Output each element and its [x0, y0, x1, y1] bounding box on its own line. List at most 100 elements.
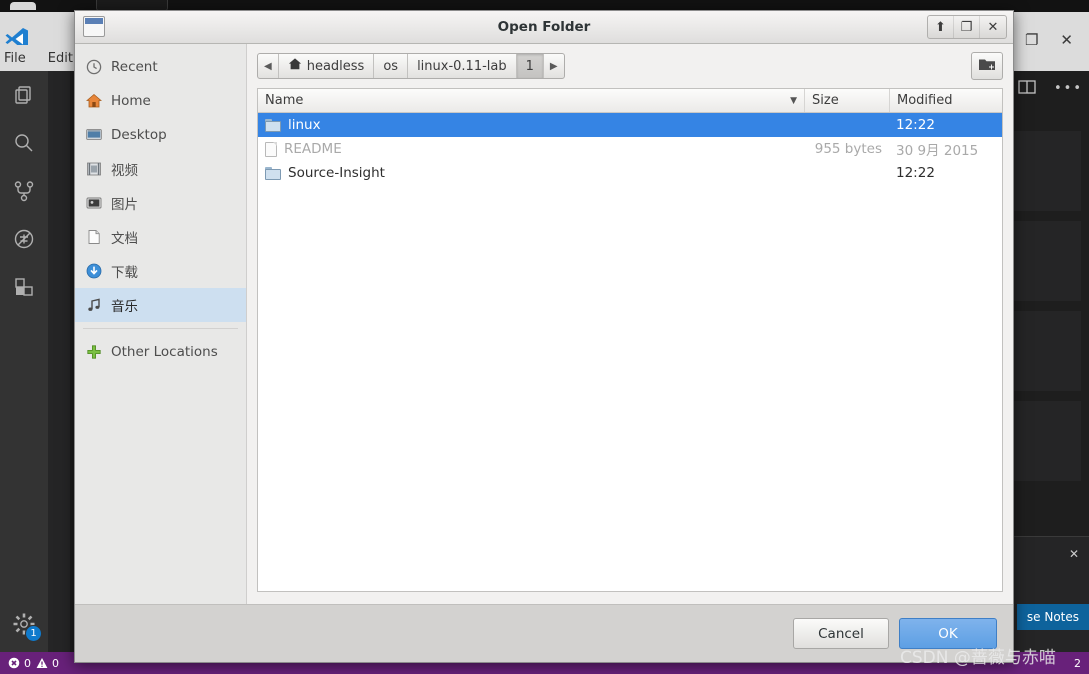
status-errors[interactable]: 0 [8, 657, 31, 670]
release-notes-button[interactable]: se Notes [1016, 604, 1089, 630]
notification-toast[interactable]: ✕ se Notes [1003, 536, 1089, 652]
column-header-modified[interactable]: Modified [890, 89, 1002, 112]
sidebar-item-label: 下载 [111, 265, 138, 281]
vscode-activity-bar[interactable]: 1 [0, 71, 48, 652]
sidebar-item-label: 图片 [111, 197, 138, 213]
more-actions-icon[interactable]: ••• [1054, 82, 1083, 95]
home-icon [288, 57, 302, 75]
breadcrumb-label: linux-0.11-lab [417, 58, 507, 74]
file-modified-cell: 30 9月 2015 [896, 143, 979, 159]
error-icon [8, 657, 20, 669]
sidebar-item-recent[interactable]: Recent [75, 50, 246, 84]
sidebar-item-videos[interactable]: 视频 [75, 152, 246, 186]
breadcrumb-item-headless[interactable]: headless [279, 54, 375, 78]
folder-icon [265, 166, 281, 180]
column-header-name[interactable]: Name ▼ [258, 89, 805, 112]
places-sidebar[interactable]: Recent Home Desktop 视频 图片 文档 下载 音乐 Other… [75, 44, 247, 604]
error-count: 0 [24, 656, 31, 670]
file-name-cell[interactable]: README [258, 141, 805, 157]
table-row[interactable]: linux 12:22 [258, 113, 1002, 137]
gear-icon[interactable]: 1 [0, 600, 48, 648]
path-bar[interactable]: ◀ headless os linux-0.11-lab 1 ▶ [247, 44, 1013, 88]
shade-up-button[interactable]: ⬆ [928, 16, 954, 38]
breadcrumb-label: os [383, 58, 399, 74]
menu-edit[interactable]: Edit [48, 51, 73, 66]
search-icon[interactable] [0, 119, 48, 167]
file-name-cell[interactable]: Source-Insight [258, 165, 805, 181]
file-list-rows[interactable]: linux 12:22 README 955 bytes 30 9月 2015 [258, 113, 1002, 591]
desktop-icon [85, 126, 103, 144]
path-prev-button[interactable]: ◀ [258, 54, 279, 78]
column-header-size[interactable]: Size [805, 89, 890, 112]
pictures-icon [85, 194, 103, 212]
sidebar-item-desktop[interactable]: Desktop [75, 118, 246, 152]
breadcrumb-item-os[interactable]: os [374, 54, 409, 78]
breadcrumb-label: headless [306, 58, 365, 74]
sidebar-item-label: 视频 [111, 163, 138, 179]
places-separator [83, 328, 238, 329]
file-list[interactable]: Name ▼ Size Modified linux 12:22 README … [257, 88, 1003, 592]
file-modified-cell: 12:22 [896, 165, 935, 181]
status-warnings[interactable]: 0 [36, 657, 59, 670]
sidebar-item-downloads[interactable]: 下载 [75, 254, 246, 288]
dialog-window-controls[interactable]: ⬆ ❐ ✕ [927, 15, 1007, 39]
extensions-icon[interactable] [0, 263, 48, 311]
file-modified-cell: 12:22 [896, 117, 935, 133]
split-editor-icon[interactable] [1018, 79, 1036, 98]
file-name-cell[interactable]: linux [258, 117, 805, 133]
sidebar-item-music[interactable]: 音乐 [75, 288, 246, 322]
sidebar-item-label: Desktop [111, 127, 167, 143]
open-folder-dialog: Open Folder ⬆ ❐ ✕ Recent Home Desktop 视频… [74, 10, 1014, 663]
sidebar-item-home[interactable]: Home [75, 84, 246, 118]
file-name: README [284, 141, 342, 157]
cancel-button[interactable]: Cancel [793, 618, 889, 649]
videos-icon [85, 160, 103, 178]
clock-icon [85, 58, 103, 76]
breadcrumb-item-linux-lab[interactable]: linux-0.11-lab [408, 54, 517, 78]
ok-button[interactable]: OK [899, 618, 997, 649]
column-label: Name [265, 93, 304, 108]
sidebar-item-pictures[interactable]: 图片 [75, 186, 246, 220]
dialog-title: Open Folder [497, 19, 591, 35]
dialog-body: Recent Home Desktop 视频 图片 文档 下载 音乐 Other… [75, 44, 1013, 604]
new-folder-button[interactable] [971, 52, 1003, 80]
table-row[interactable]: Source-Insight 12:22 [258, 161, 1002, 185]
close-button[interactable]: ✕ [980, 16, 1006, 38]
source-control-icon[interactable] [0, 167, 48, 215]
documents-icon [85, 228, 103, 246]
document-icon [265, 141, 277, 157]
file-name: Source-Insight [288, 165, 385, 181]
filelist-spacer [247, 592, 1013, 604]
vscode-sidebar-panel [48, 71, 70, 652]
file-list-header[interactable]: Name ▼ Size Modified [258, 89, 1002, 113]
close-icon[interactable]: ✕ [1069, 547, 1079, 561]
downloads-icon [85, 262, 103, 280]
editor-toolbar[interactable]: ••• [1018, 79, 1083, 98]
warning-count: 0 [52, 656, 59, 670]
column-label: Modified [897, 93, 953, 108]
dialog-action-bar: Cancel OK [75, 604, 1013, 662]
file-name: linux [288, 117, 321, 133]
plus-icon [85, 343, 103, 361]
path-next-button[interactable]: ▶ [544, 54, 564, 78]
sidebar-item-documents[interactable]: 文档 [75, 220, 246, 254]
dialog-titlebar: Open Folder ⬆ ❐ ✕ [75, 11, 1013, 44]
run-debug-icon[interactable] [0, 215, 48, 263]
breadcrumb[interactable]: ◀ headless os linux-0.11-lab 1 ▶ [257, 53, 565, 79]
sidebar-item-other-locations[interactable]: Other Locations [75, 335, 246, 369]
outer-tab-dot [10, 2, 36, 10]
restore-button[interactable]: ❐ [954, 16, 980, 38]
folder-icon [265, 118, 281, 132]
sidebar-item-label: Home [111, 93, 151, 109]
menu-file[interactable]: File [4, 51, 26, 66]
music-icon [85, 296, 103, 314]
sort-desc-icon[interactable]: ▼ [790, 96, 797, 106]
table-row[interactable]: README 955 bytes 30 9月 2015 [258, 137, 1002, 161]
explorer-icon[interactable] [0, 71, 48, 119]
column-label: Size [812, 93, 839, 108]
status-right-item[interactable]: 2 [1074, 657, 1081, 670]
sidebar-item-label: Recent [111, 59, 158, 75]
sidebar-item-label: Other Locations [111, 344, 218, 360]
new-folder-icon [978, 56, 997, 76]
breadcrumb-item-current[interactable]: 1 [516, 54, 544, 78]
